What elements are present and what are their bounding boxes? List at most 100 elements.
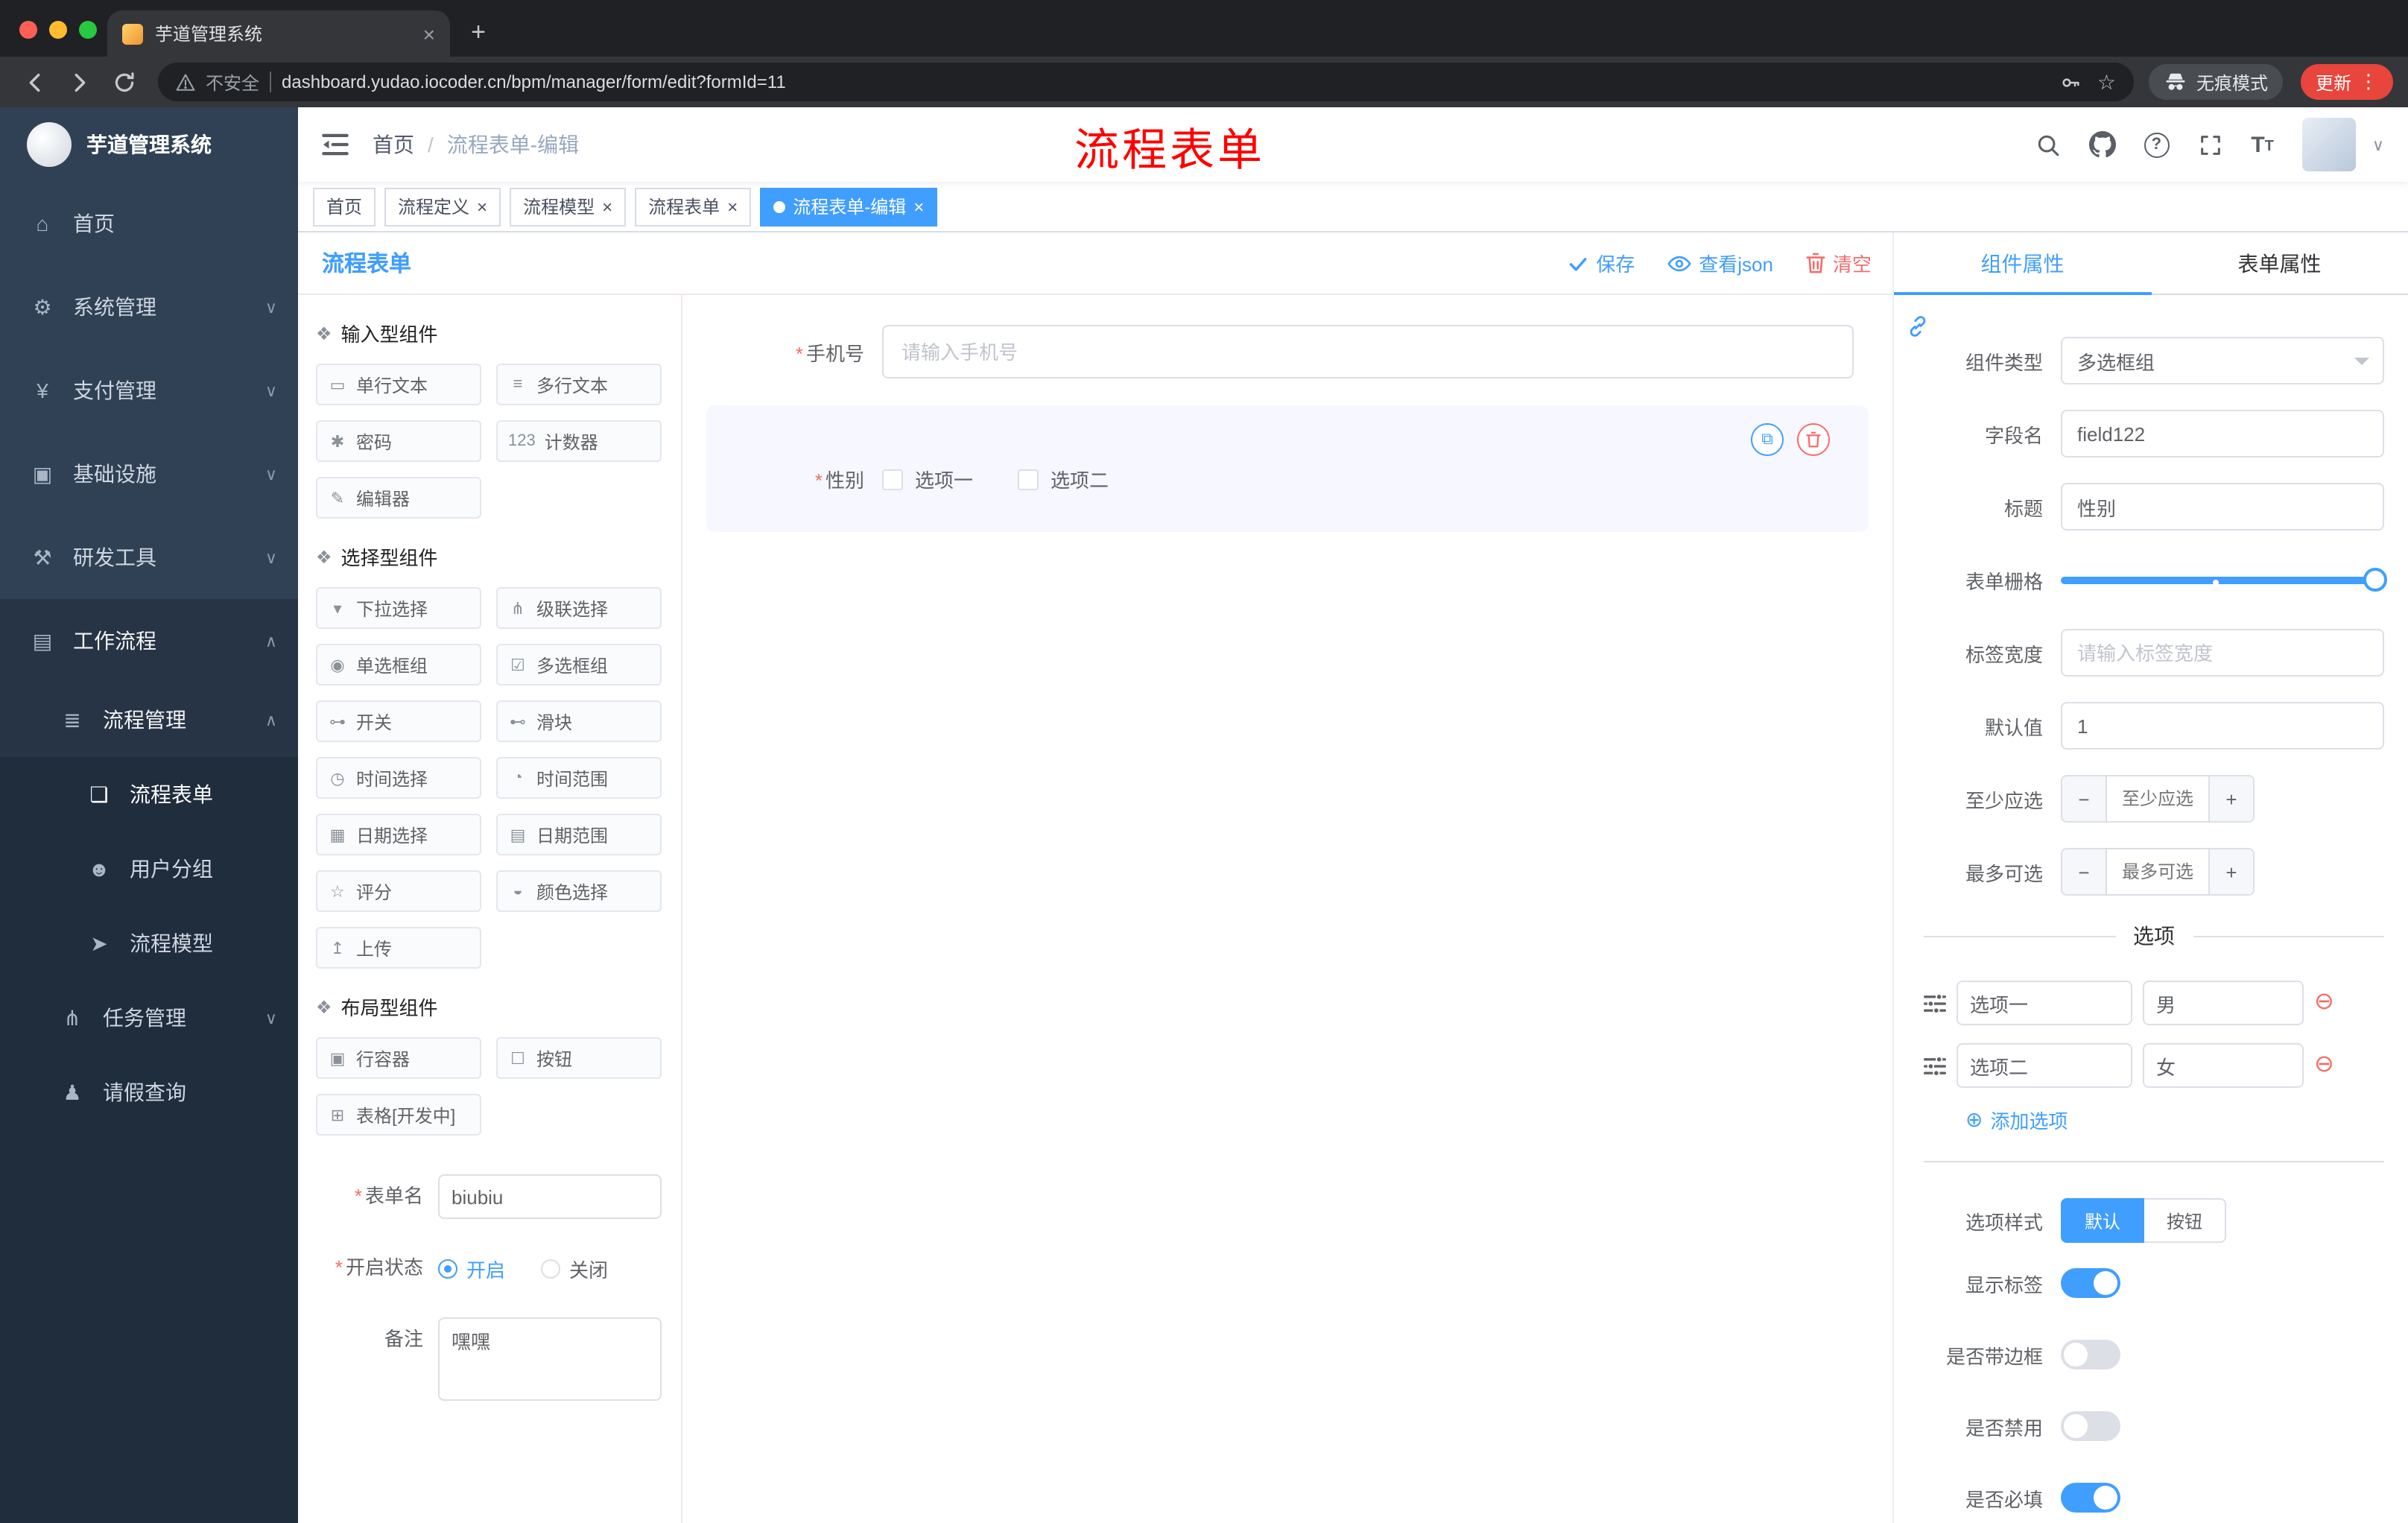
sidebar-item-process-management[interactable]: ≣ 流程管理 ∧	[0, 683, 298, 757]
save-button[interactable]: 保存	[1568, 249, 1635, 277]
palette-item-date-picker[interactable]: ▦ 日期选择	[316, 814, 481, 855]
palette-item-button[interactable]: ☐ 按钮	[496, 1037, 662, 1079]
canvas-field-phone[interactable]: * 手机号	[706, 316, 1869, 387]
tag-close-icon[interactable]: ×	[477, 197, 487, 215]
disabled-switch[interactable]	[2061, 1411, 2120, 1441]
palette-item-slider[interactable]: ⊷ 滑块	[496, 700, 662, 742]
palette-item-color-picker[interactable]: ◒ 颜色选择	[496, 870, 662, 912]
palette-item-rate[interactable]: ☆ 评分	[316, 870, 481, 912]
option-label-input[interactable]	[1956, 981, 2132, 1025]
zoom-window-button[interactable]	[79, 21, 97, 39]
palette-item-switch[interactable]: ⊶ 开关	[316, 700, 481, 742]
back-button[interactable]	[15, 63, 54, 101]
palette-item-radio-group[interactable]: ◉ 单选框组	[316, 644, 481, 685]
sidebar-item-task-management[interactable]: ⋔ 任务管理 ∨	[0, 981, 298, 1055]
sidebar-item-process-model[interactable]: ➤ 流程模型	[0, 906, 298, 981]
avatar-caret-icon[interactable]: ∨	[2372, 135, 2384, 154]
form-grid-slider[interactable]	[2061, 556, 2387, 604]
palette-item-password[interactable]: ✱ 密码	[316, 420, 481, 462]
clear-button[interactable]: 清空	[1806, 249, 1872, 277]
address-bar[interactable]: 不安全 dashboard.yudao.iocoder.cn/bpm/manag…	[158, 63, 2134, 101]
max-select-stepper[interactable]: − +	[2061, 848, 2255, 896]
search-icon[interactable]	[2035, 132, 2060, 157]
decrease-button[interactable]: −	[2062, 849, 2107, 894]
tag-home[interactable]: 首页	[313, 187, 376, 226]
slider-track[interactable]	[2061, 577, 2384, 584]
remove-option-button[interactable]: ⊖	[2314, 1053, 2334, 1077]
copy-component-button[interactable]: ⧉	[1751, 423, 1784, 456]
delete-component-button[interactable]	[1797, 423, 1830, 456]
sidebar-item-home[interactable]: ⌂ 首页	[0, 182, 298, 265]
palette-item-upload[interactable]: ↥ 上传	[316, 927, 481, 969]
gender-option-1-checkbox[interactable]: 选项一	[882, 465, 973, 493]
remove-option-button[interactable]: ⊖	[2314, 990, 2334, 1015]
palette-item-date-range[interactable]: ▤ 日期范围	[496, 814, 662, 855]
option-value-input[interactable]	[2143, 1043, 2304, 1088]
option-style-default-button[interactable]: 默认	[2061, 1198, 2145, 1243]
tag-close-icon[interactable]: ×	[602, 197, 612, 215]
palette-item-single-line-text[interactable]: ▭ 单行文本	[316, 364, 481, 405]
palette-item-select[interactable]: ▾ 下拉选择	[316, 587, 481, 629]
user-avatar[interactable]	[2301, 118, 2356, 171]
security-label[interactable]: 不安全	[206, 69, 259, 95]
sidebar-item-infrastructure[interactable]: ▣ 基础设施 ∨	[0, 432, 298, 516]
palette-item-checkbox-group[interactable]: ☑ 多选框组	[496, 644, 662, 685]
phone-input[interactable]	[882, 325, 1854, 379]
option-value-input[interactable]	[2143, 981, 2304, 1025]
option-label-input[interactable]	[1956, 1043, 2132, 1088]
palette-item-time-range[interactable]: ◔ 时间范围	[496, 757, 662, 799]
forward-button[interactable]	[60, 63, 98, 101]
font-size-icon[interactable]: TT	[2251, 133, 2274, 156]
sidebar-item-dev-tools[interactable]: ⚒ 研发工具 ∨	[0, 516, 298, 599]
option-style-button-button[interactable]: 按钮	[2144, 1198, 2227, 1243]
form-canvas[interactable]: *手机号 ⧉	[682, 295, 1892, 1523]
close-window-button[interactable]	[19, 21, 37, 39]
breadcrumb-home[interactable]: 首页	[373, 130, 414, 159]
github-icon[interactable]	[2088, 131, 2116, 158]
sidebar-item-workflow[interactable]: ▤ 工作流程 ∧	[0, 599, 298, 683]
update-browser-button[interactable]: 更新 ⋮	[2300, 64, 2393, 100]
tag-close-icon[interactable]: ×	[727, 197, 738, 215]
canvas-field-gender-selected[interactable]: ⧉ * 性别 选项一 选项二	[706, 405, 1869, 532]
drag-handle-icon[interactable]	[1924, 1054, 1946, 1077]
required-switch[interactable]	[2061, 1483, 2120, 1513]
sidebar-item-system[interactable]: ⚙ 系统管理 ∨	[0, 265, 298, 349]
url-text[interactable]: dashboard.yudao.iocoder.cn/bpm/manager/f…	[282, 72, 2050, 92]
palette-item-editor[interactable]: ✎ 编辑器	[316, 477, 481, 519]
help-icon[interactable]: ?	[2144, 132, 2170, 157]
drag-handle-icon[interactable]	[1924, 992, 1946, 1014]
palette-item-time-picker[interactable]: ◷ 时间选择	[316, 757, 481, 799]
show-label-switch[interactable]	[2061, 1268, 2120, 1298]
bookmark-star-icon[interactable]: ☆	[2097, 69, 2116, 95]
fullscreen-icon[interactable]	[2197, 132, 2222, 157]
max-select-input[interactable]	[2107, 849, 2208, 894]
gender-option-2-checkbox[interactable]: 选项二	[1018, 465, 1109, 493]
decrease-button[interactable]: −	[2062, 776, 2107, 821]
status-on-radio[interactable]: 开启	[438, 1254, 505, 1282]
tag-process-definition[interactable]: 流程定义 ×	[384, 187, 501, 226]
sidebar-item-process-form[interactable]: ❏ 流程表单	[0, 757, 298, 832]
hamburger-fold-icon[interactable]	[322, 133, 349, 156]
tab-form-props[interactable]: 表单属性	[2151, 232, 2408, 294]
increase-button[interactable]: +	[2208, 849, 2253, 894]
link-icon[interactable]	[1901, 310, 1934, 343]
increase-button[interactable]: +	[2208, 776, 2253, 821]
tab-component-props[interactable]: 组件属性	[1894, 232, 2151, 295]
browser-tab[interactable]: 芋道管理系统 ×	[107, 10, 450, 57]
app-logo[interactable]: 芋道管理系统	[0, 107, 298, 182]
field-name-input[interactable]	[2061, 410, 2384, 457]
default-value-input[interactable]	[2061, 702, 2384, 750]
form-name-input[interactable]	[438, 1174, 662, 1219]
palette-item-counter[interactable]: 123 计数器	[496, 420, 662, 462]
min-select-input[interactable]	[2107, 776, 2208, 821]
minimize-window-button[interactable]	[49, 21, 67, 39]
sidebar-item-payment[interactable]: ¥ 支付管理 ∨	[0, 349, 298, 432]
tag-process-model[interactable]: 流程模型 ×	[510, 187, 627, 226]
label-width-input[interactable]	[2061, 629, 2384, 677]
browser-menu-icon[interactable]: ⋮	[2359, 70, 2378, 94]
status-off-radio[interactable]: 关闭	[541, 1254, 608, 1282]
slider-handle[interactable]	[2363, 568, 2387, 592]
component-type-select[interactable]: 多选框组	[2061, 337, 2384, 384]
form-remark-textarea[interactable]: 嘿嘿	[438, 1317, 662, 1401]
tag-close-icon[interactable]: ×	[913, 197, 924, 215]
